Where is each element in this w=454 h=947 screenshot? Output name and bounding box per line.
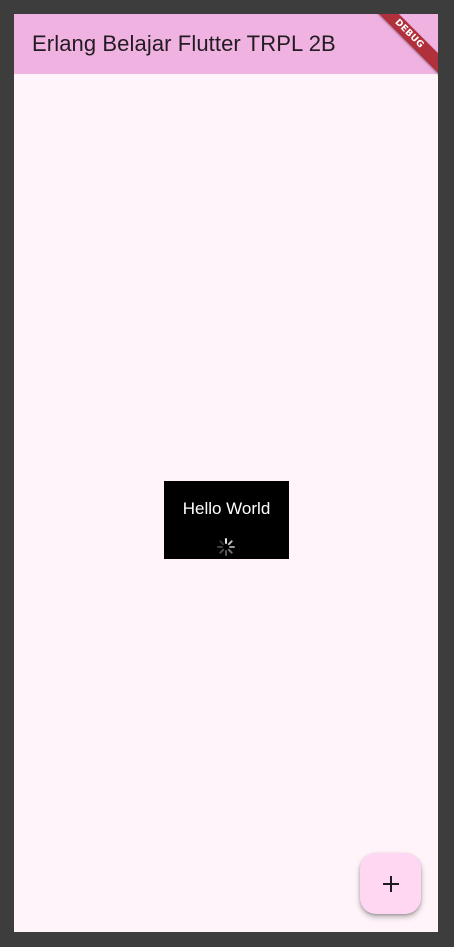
app-bar-title: Erlang Belajar Flutter TRPL 2B: [32, 31, 336, 56]
app-screen: Erlang Belajar Flutter TRPL 2B DEBUG Hel…: [14, 14, 438, 932]
hello-card: Hello World: [164, 481, 289, 559]
spinner-icon: [217, 538, 235, 556]
body: Hello World: [14, 74, 438, 932]
app-bar: Erlang Belajar Flutter TRPL 2B DEBUG: [14, 14, 438, 78]
hello-text: Hello World: [182, 499, 271, 518]
debug-banner: DEBUG: [365, 14, 438, 78]
plus-icon: [382, 875, 399, 892]
debug-banner-label: DEBUG: [392, 17, 426, 51]
add-button[interactable]: [360, 853, 421, 914]
